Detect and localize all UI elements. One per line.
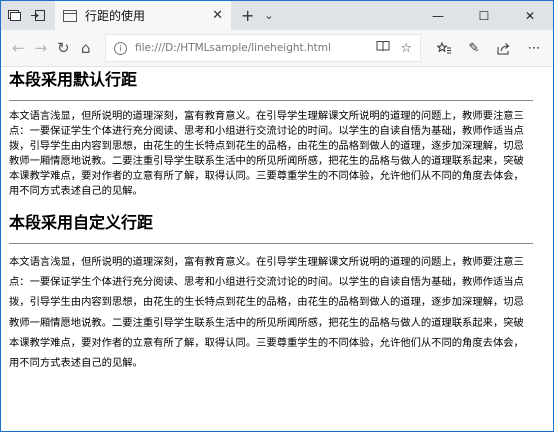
reading-view-icon[interactable] [376, 40, 390, 56]
system-icons [1, 1, 45, 30]
minimize-button[interactable]: — [415, 1, 461, 30]
window-controls: — ☐ ✕ [415, 1, 553, 30]
active-tab[interactable]: 行距的使用 ✕ [55, 1, 231, 30]
section1-paragraph: 本文语言浅显，但所说明的道理深刻，富有教育意义。在引导学生理解课文所说明的道理的… [9, 110, 524, 197]
favorite-star-icon[interactable]: ☆ [400, 41, 412, 56]
section2-divider [9, 243, 533, 244]
refresh-button[interactable]: ↻ [52, 33, 75, 63]
url-text[interactable]: file:///D:/HTMLsample/lineheight.html [135, 42, 366, 54]
back-button[interactable]: ← [7, 33, 30, 63]
vertical-scrollbar[interactable] [541, 67, 553, 431]
tab-title: 行距的使用 [85, 9, 146, 23]
info-icon[interactable]: i [114, 41, 127, 55]
page-content: 本段采用默认行距 本文语言浅显，但所说明的道理深刻，富有教育意义。在引导学生理解… [1, 67, 541, 431]
section2-heading: 本段采用自定义行距 [9, 213, 154, 232]
forward-button[interactable]: → [30, 33, 53, 63]
title-bar: 行距的使用 ✕ + ⌄ — ☐ ✕ [1, 1, 553, 30]
section1-divider [9, 100, 533, 101]
browser-window: 行距的使用 ✕ + ⌄ — ☐ ✕ ← → ↻ ⌂ i file:///D:/H… [0, 0, 554, 432]
home-button[interactable]: ⌂ [75, 33, 98, 63]
page-icon [63, 9, 77, 22]
favorites-hub-icon[interactable] [431, 33, 457, 63]
tab-preview-icon[interactable] [7, 9, 21, 23]
new-tab-button[interactable]: + [241, 1, 254, 30]
more-menu-icon[interactable]: ⋯ [521, 33, 547, 63]
share-icon[interactable] [491, 33, 517, 63]
notes-pen-icon[interactable]: ✎ [461, 33, 487, 63]
navigation-toolbar: ← → ↻ ⌂ i file:///D:/HTMLsample/lineheig… [1, 30, 553, 67]
set-aside-tabs-icon[interactable] [31, 9, 45, 23]
section1-heading: 本段采用默认行距 [9, 70, 138, 89]
tab-close-icon[interactable]: ✕ [212, 8, 223, 23]
maximize-button[interactable]: ☐ [461, 1, 507, 30]
address-bar[interactable]: i file:///D:/HTMLsample/lineheight.html … [105, 34, 421, 62]
section2-paragraph: 本文语言浅显，但所说明的道理深刻，富有教育意义。在引导学生理解课文所说明的道理的… [9, 256, 524, 370]
close-button[interactable]: ✕ [507, 1, 553, 30]
tab-menu-chevron-icon[interactable]: ⌄ [264, 1, 273, 30]
toolbar-actions: ✎ ⋯ [431, 33, 547, 63]
